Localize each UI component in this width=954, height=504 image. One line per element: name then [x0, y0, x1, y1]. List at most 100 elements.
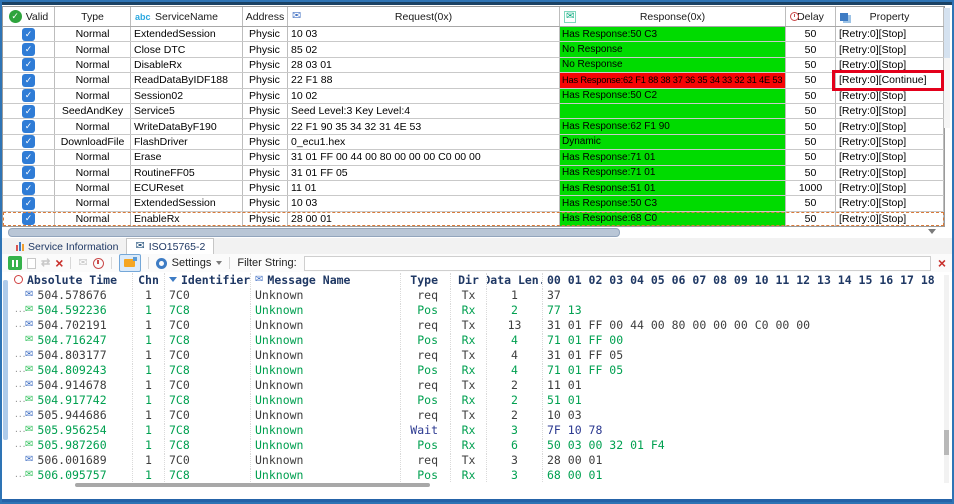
- clear-button[interactable]: ×: [55, 256, 63, 270]
- address-cell: Physic: [243, 42, 288, 57]
- data-length-cell: 3: [486, 467, 542, 482]
- column-header-servicename: abc ServiceName: [131, 7, 243, 26]
- valid-checkbox[interactable]: ✓: [22, 166, 35, 180]
- tab-service-information[interactable]: Service Information: [8, 239, 126, 254]
- data-bytes-cell: 50 03 00 32 01 F4: [542, 437, 946, 452]
- expand-dots[interactable]: ...: [14, 350, 26, 359]
- service-row[interactable]: ✓ Normal EnableRx Physic 28 00 01 Has Re…: [3, 211, 944, 227]
- scrollbar-thumb[interactable]: [944, 8, 950, 58]
- valid-checkbox[interactable]: ✓: [22, 104, 35, 118]
- pause-button[interactable]: [8, 256, 22, 270]
- valid-checkbox[interactable]: ✓: [22, 150, 35, 164]
- chevron-down-icon[interactable]: [928, 229, 936, 234]
- valid-checkbox[interactable]: ✓: [22, 120, 35, 134]
- expand-dots[interactable]: ...: [14, 380, 26, 389]
- trace-row[interactable]: ... ✉ 505.956254 1 7C8 Unknown Wait Rx 3…: [10, 422, 946, 437]
- expand-dots[interactable]: ...: [14, 470, 26, 479]
- expand-dots[interactable]: ...: [14, 395, 26, 404]
- valid-checkbox[interactable]: ✓: [22, 181, 35, 195]
- trace-row[interactable]: ... ✉ 504.592236 1 7C8 Unknown Pos Rx 2 …: [10, 302, 946, 317]
- trace-horizontal-scrollbar[interactable]: [10, 481, 946, 489]
- trace-row[interactable]: ... ✉ 504.917742 1 7C8 Unknown Pos Rx 2 …: [10, 392, 946, 407]
- expand-dots[interactable]: ...: [14, 320, 26, 329]
- expand-dots[interactable]: ...: [14, 425, 26, 434]
- delay-cell: 50: [786, 27, 836, 42]
- service-row[interactable]: ✓ Normal ECUReset Physic 11 01 Has Respo…: [3, 180, 944, 197]
- tab-label: ISO15765-2: [148, 240, 206, 253]
- service-row[interactable]: ✓ Normal DisableRx Physic 28 03 01 No Re…: [3, 57, 944, 74]
- expand-dots[interactable]: ...: [14, 305, 26, 314]
- valid-checkbox[interactable]: ✓: [22, 135, 35, 149]
- data-length-cell: 1: [486, 287, 542, 302]
- trace-row[interactable]: ✉ 506.001689 1 7C0 Unknown req Tx 3 28 0…: [10, 452, 946, 467]
- trace-row[interactable]: ... ✉ 505.987260 1 7C8 Unknown Pos Rx 6 …: [10, 437, 946, 452]
- response-cell: Dynamic: [560, 134, 786, 150]
- trace-row[interactable]: ... ✉ 504.803177 1 7C0 Unknown req Tx 4 …: [10, 347, 946, 362]
- absolute-time-value: 504.809243: [37, 362, 107, 377]
- filter-string-label: Filter String:: [237, 257, 297, 269]
- tab-iso15765-2[interactable]: ✉ ISO15765-2: [126, 238, 215, 254]
- message-view-toggle-button[interactable]: [118, 254, 141, 272]
- message-name-cell: Unknown: [250, 317, 400, 332]
- trace-row[interactable]: ... ✉ 506.095757 1 7C8 Unknown Pos Rx 3 …: [10, 467, 946, 482]
- scrollbar-thumb[interactable]: [944, 430, 949, 455]
- valid-checkbox[interactable]: ✓: [22, 43, 35, 57]
- valid-checkbox[interactable]: ✓: [22, 27, 35, 41]
- service-table-header: ✓ Valid Type abc ServiceName Address ✉ R…: [3, 7, 944, 27]
- scrollbar-thumb[interactable]: [75, 483, 430, 487]
- valid-checkbox[interactable]: ✓: [22, 73, 35, 87]
- valid-cell: ✓: [3, 103, 55, 119]
- service-row[interactable]: ✓ Normal WriteDataByF190 Physic 22 F1 90…: [3, 119, 944, 135]
- trace-row[interactable]: ... ✉ 504.914678 1 7C0 Unknown req Tx 2 …: [10, 377, 946, 392]
- service-row[interactable]: ✓ Normal ExtendedSession Physic 10 03 Ha…: [3, 27, 944, 43]
- copy-button[interactable]: [27, 257, 36, 269]
- message-name-cell: Unknown: [250, 332, 400, 347]
- trace-row[interactable]: ... ✉ 504.702191 1 7C0 Unknown req Tx 13…: [10, 317, 946, 332]
- clear-filter-button[interactable]: ×: [938, 256, 946, 270]
- service-row[interactable]: ✓ Normal Close DTC Physic 85 02 No Respo…: [3, 42, 944, 58]
- trace-row[interactable]: ... ✉ 504.809243 1 7C8 Unknown Pos Rx 4 …: [10, 362, 946, 377]
- service-table-vertical-scrollbar[interactable]: [944, 8, 950, 128]
- filter-string-input[interactable]: [303, 255, 931, 271]
- swap-button[interactable]: ⇄: [41, 257, 50, 269]
- valid-checkbox[interactable]: ✓: [22, 89, 35, 103]
- time-mode-button[interactable]: [92, 257, 104, 269]
- delay-cell: 50: [786, 42, 836, 57]
- service-row[interactable]: ✓ Normal ReadDataByIDF188 Physic 22 F1 8…: [3, 70, 944, 92]
- scrollbar-thumb[interactable]: [8, 228, 620, 237]
- time-cell: ... ✉ 504.809243: [10, 363, 132, 377]
- valid-cell: ✓: [3, 57, 55, 73]
- trace-vertical-scrollbar[interactable]: [944, 275, 949, 483]
- trace-row[interactable]: ✉ 504.578676 1 7C0 Unknown req Tx 1 37: [10, 287, 946, 302]
- trace-row[interactable]: ... ✉ 505.944686 1 7C0 Unknown req Tx 2 …: [10, 407, 946, 422]
- settings-dropdown-arrow-icon[interactable]: [216, 261, 223, 265]
- service-row[interactable]: ✓ DownloadFile FlashDriver Physic 0_ecu1…: [3, 134, 944, 151]
- settings-button[interactable]: Settings: [172, 257, 212, 269]
- expand-dots[interactable]: ...: [14, 440, 26, 449]
- valid-checkbox[interactable]: ✓: [22, 58, 35, 72]
- property-icon: [840, 12, 848, 21]
- absolute-time-value: 505.987260: [37, 437, 107, 452]
- expand-dots[interactable]: ...: [14, 365, 26, 374]
- service-row[interactable]: ✓ SeedAndKey Service5 Physic Seed Level:…: [3, 103, 944, 120]
- message-name-cell: Unknown: [250, 392, 400, 407]
- response-cell: Has Response:50 C2: [560, 88, 786, 103]
- service-row[interactable]: ✓ Normal Erase Physic 31 01 FF 00 44 00 …: [3, 150, 944, 166]
- valid-checkbox[interactable]: ✓: [22, 196, 35, 210]
- expand-dots[interactable]: ...: [14, 410, 26, 419]
- message-dropdown-button[interactable]: ✉: [78, 257, 87, 269]
- service-row[interactable]: ✓ Normal ExtendedSession Physic 10 03 Ha…: [3, 196, 944, 212]
- identifier-cell: 7C8: [164, 437, 250, 452]
- gear-icon[interactable]: [155, 257, 167, 269]
- identifier-cell: 7C0: [164, 452, 250, 467]
- trace-row[interactable]: ✉ 504.716247 1 7C8 Unknown Pos Rx 4 71 0…: [10, 332, 946, 347]
- service-row[interactable]: ✓ Normal Session02 Physic 10 02 Has Resp…: [3, 88, 944, 104]
- valid-checkbox[interactable]: ✓: [22, 212, 35, 226]
- service-table-horizontal-scrollbar[interactable]: [2, 227, 942, 237]
- response-cell: [560, 103, 786, 119]
- address-cell: Physic: [243, 73, 288, 88]
- data-length-cell: 3: [486, 452, 542, 467]
- trace-toolbar: ⇄ × ✉ Settings Filter String: ×: [2, 254, 952, 272]
- trace-left-scrollbar[interactable]: [3, 280, 8, 440]
- service-row[interactable]: ✓ Normal RoutineFF05 Physic 31 01 FF 05 …: [3, 165, 944, 181]
